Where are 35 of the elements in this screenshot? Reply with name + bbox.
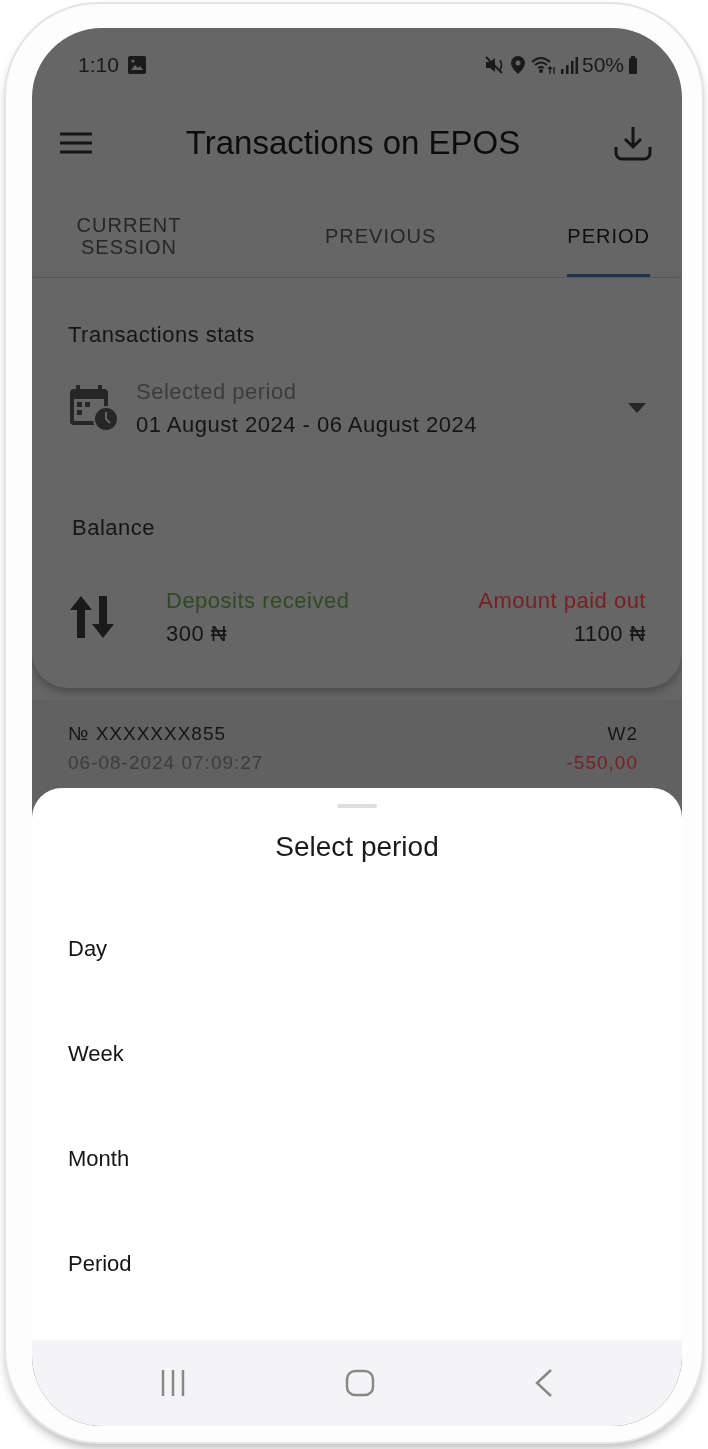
period-option[interactable]: Week bbox=[32, 1001, 682, 1106]
signal-icon bbox=[559, 55, 578, 75]
paid-out-amount: 1100 ₦ bbox=[572, 620, 646, 648]
image-icon bbox=[126, 55, 147, 75]
home-icon bbox=[345, 1369, 375, 1397]
menu-icon bbox=[60, 130, 92, 155]
download-icon bbox=[614, 124, 652, 161]
battery-icon bbox=[628, 55, 638, 75]
wifi-icon bbox=[529, 55, 556, 75]
download-button[interactable] bbox=[614, 124, 652, 161]
dropdown-caret-icon bbox=[628, 403, 646, 413]
location-icon bbox=[509, 55, 526, 75]
deposits-amount: 300 ₦ bbox=[166, 620, 229, 648]
period-option[interactable]: Period bbox=[32, 1211, 682, 1316]
menu-button[interactable] bbox=[60, 130, 92, 155]
transaction-number: № XXXXXXX855 bbox=[68, 722, 228, 746]
status-time: 1:10 bbox=[78, 52, 119, 79]
sheet-title: Select period bbox=[274, 830, 440, 864]
drag-handle[interactable] bbox=[337, 804, 377, 808]
recent-apps-icon bbox=[159, 1369, 186, 1397]
tab[interactable]: CURRENT SESSION bbox=[56, 195, 202, 277]
terminal-code: W2 bbox=[606, 722, 638, 746]
period-option[interactable]: Day bbox=[32, 896, 682, 1001]
tab[interactable]: PERIOD bbox=[559, 195, 658, 277]
battery-level: 50% bbox=[581, 52, 624, 79]
section-title: Transactions stats bbox=[68, 321, 256, 349]
period-option[interactable]: Month bbox=[32, 1106, 682, 1211]
screen-title: Transactions on EPOS bbox=[185, 122, 521, 163]
period-value: 01 August 2024 - 06 August 2024 bbox=[136, 411, 478, 439]
transaction-amount: -550,00 bbox=[566, 750, 638, 775]
paid-out-label: Amount paid out bbox=[478, 587, 646, 615]
calendar-clock-icon bbox=[68, 383, 120, 433]
deposits-label: Deposits received bbox=[166, 587, 351, 615]
tab[interactable]: PREVIOUS bbox=[316, 195, 445, 277]
section-title: Balance bbox=[72, 514, 156, 542]
